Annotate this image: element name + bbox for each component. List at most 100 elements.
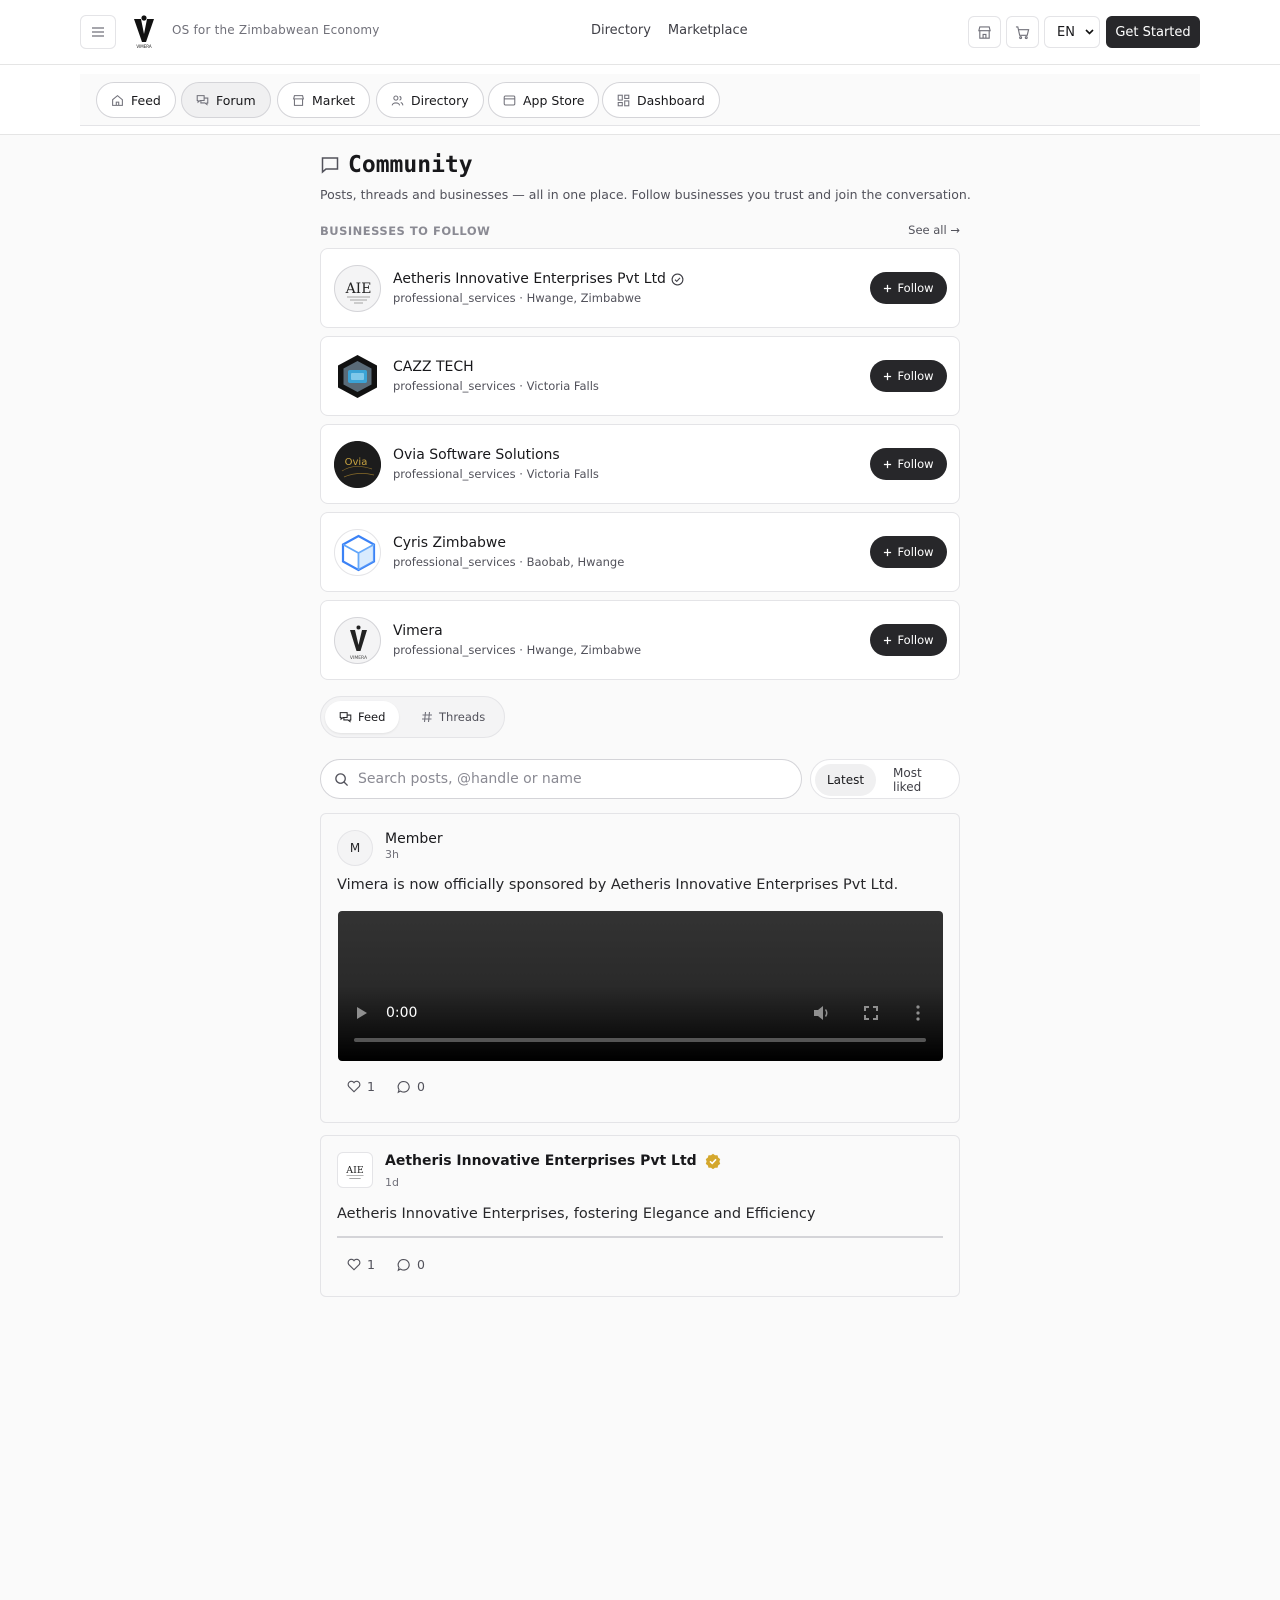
business-meta: professional_services · Hwange, Zimbabwe <box>393 291 642 305</box>
like-button[interactable]: 1 <box>347 1079 375 1094</box>
subnav-app-store[interactable]: App Store <box>488 82 600 118</box>
verified-badge-icon <box>705 1153 720 1169</box>
top-header: VIMERA OS for the Zimbabwean Economy Dir… <box>0 0 1280 65</box>
business-category: professional_services <box>393 291 516 305</box>
more-vertical-icon[interactable] <box>916 1005 920 1021</box>
tab-threads-label: Threads <box>439 710 486 724</box>
store-icon <box>978 25 991 39</box>
business-name: Ovia Software Solutions <box>393 447 560 463</box>
follow-button[interactable]: Follow <box>870 624 947 656</box>
business-meta: professional_services · Baobab, Hwange <box>393 555 625 569</box>
business-category: professional_services <box>393 643 516 657</box>
post-author[interactable]: Member <box>385 831 443 847</box>
sort-toggle: Latest Most liked <box>810 759 960 799</box>
language-value: EN <box>1057 24 1075 40</box>
plus-icon <box>884 372 892 380</box>
cart-icon <box>1015 25 1030 39</box>
business-name: Cyris Zimbabwe <box>393 535 506 551</box>
business-card[interactable]: CAZZ TECH professional_services · Victor… <box>320 336 960 416</box>
search-icon <box>335 772 349 786</box>
subnav-feed[interactable]: Feed <box>96 82 176 118</box>
fullscreen-icon[interactable] <box>864 1006 878 1020</box>
video-time: 0:00 <box>386 1005 418 1021</box>
svg-text:AIE: AIE <box>345 1165 364 1176</box>
tab-feed-label: Feed <box>358 710 386 724</box>
svg-text:VIMERA: VIMERA <box>350 655 368 661</box>
business-name-text: Ovia Software Solutions <box>393 447 560 463</box>
business-name: CAZZ TECH <box>393 359 474 375</box>
subnav-dashboard[interactable]: Dashboard <box>602 82 720 118</box>
post-card: M Member 3h Vimera is now officially spo… <box>320 813 960 1123</box>
sort-latest[interactable]: Latest <box>815 764 877 796</box>
business-name-text: Vimera <box>393 623 443 639</box>
business-card[interactable]: Ovia Ovia Software Solutions professiona… <box>320 424 960 504</box>
business-name-text: Aetheris Innovative Enterprises Pvt Ltd <box>393 271 666 287</box>
like-button[interactable]: 1 <box>347 1257 375 1272</box>
subnav-feed-label: Feed <box>131 92 161 108</box>
subnav-forum[interactable]: Forum <box>181 82 271 118</box>
post-reactions: 1 0 <box>347 1079 425 1094</box>
plus-icon <box>884 636 892 644</box>
subnav-directory[interactable]: Directory <box>376 82 484 118</box>
post-text: Aetheris Innovative Enterprises, fosteri… <box>337 1206 816 1222</box>
chat-bubble-icon <box>321 157 339 174</box>
search-box[interactable] <box>320 759 802 799</box>
comment-button[interactable]: 0 <box>397 1257 425 1272</box>
page-subtitle: Posts, threads and businesses — all in o… <box>320 187 971 202</box>
business-logo <box>334 529 381 576</box>
see-all-link[interactable]: See all → <box>908 223 960 237</box>
comment-button[interactable]: 0 <box>397 1079 425 1094</box>
play-icon[interactable] <box>356 1006 368 1020</box>
follow-button[interactable]: Follow <box>870 360 947 392</box>
get-started-button[interactable]: Get Started <box>1106 16 1200 48</box>
app-store-icon <box>503 95 516 105</box>
vimera-logo[interactable]: VIMERA <box>131 15 157 49</box>
business-name: Aetheris Innovative Enterprises Pvt Ltd <box>393 271 684 287</box>
menu-button[interactable] <box>80 15 116 49</box>
svg-text:AIE: AIE <box>345 281 372 297</box>
language-select[interactable]: EN <box>1044 16 1100 48</box>
subnav-market[interactable]: Market <box>277 82 370 118</box>
search-input[interactable] <box>358 771 758 787</box>
post-reactions: 1 0 <box>347 1257 425 1272</box>
business-card[interactable]: VIMERA Vimera professional_services · Hw… <box>320 600 960 680</box>
page-title: Community <box>348 152 473 178</box>
grid-icon <box>617 94 630 106</box>
cart-button[interactable] <box>1006 16 1039 48</box>
tab-threads[interactable]: Threads <box>407 701 499 733</box>
post-text: Vimera is now officially sponsored by Ae… <box>337 877 899 893</box>
sort-most-liked[interactable]: Most liked <box>881 764 959 796</box>
business-card[interactable]: Cyris Zimbabwe professional_services · B… <box>320 512 960 592</box>
post-author-name: Member <box>385 831 443 847</box>
business-name: Vimera <box>393 623 443 639</box>
follow-button[interactable]: Follow <box>870 536 947 568</box>
avatar[interactable]: M <box>337 830 373 866</box>
nav-directory-link[interactable]: Directory <box>591 23 651 38</box>
business-category: professional_services <box>393 555 516 569</box>
follow-label: Follow <box>897 281 934 295</box>
follow-label: Follow <box>897 457 934 471</box>
like-count: 1 <box>367 1079 375 1094</box>
post-author-name: Aetheris Innovative Enterprises Pvt Ltd <box>385 1153 697 1169</box>
subnav-app-store-label: App Store <box>523 92 585 108</box>
comment-icon <box>397 1258 410 1271</box>
verified-check-icon <box>671 273 684 285</box>
heart-icon <box>347 1080 361 1093</box>
business-card[interactable]: AIE Aetheris Innovative Enterprises Pvt … <box>320 248 960 328</box>
comment-count: 0 <box>416 1257 425 1272</box>
business-category: professional_services <box>393 379 516 393</box>
follow-button[interactable]: Follow <box>870 448 947 480</box>
video-progress-bar[interactable] <box>354 1038 926 1042</box>
avatar[interactable]: AIE <box>337 1152 373 1188</box>
follow-label: Follow <box>897 369 934 383</box>
post-time: 1d <box>385 1176 399 1189</box>
svg-text:Ovia: Ovia <box>345 457 368 468</box>
feed-tabs: Feed Threads <box>320 696 505 738</box>
follow-button[interactable]: Follow <box>870 272 947 304</box>
nav-marketplace-link[interactable]: Marketplace <box>668 23 748 38</box>
video-player[interactable]: 0:00 <box>338 911 943 1061</box>
store-button[interactable] <box>968 16 1001 48</box>
tab-feed[interactable]: Feed <box>325 701 400 733</box>
volume-icon[interactable] <box>813 1005 831 1021</box>
post-author[interactable]: Aetheris Innovative Enterprises Pvt Ltd <box>385 1153 721 1169</box>
